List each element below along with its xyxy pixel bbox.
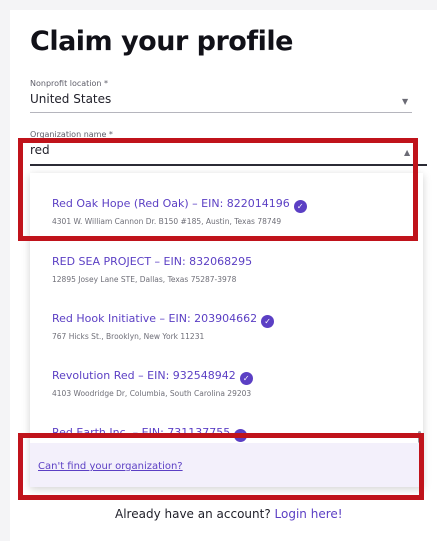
result-name: Revolution Red – EIN: 932548942 ✓ [52, 369, 253, 385]
result-name: RED SEA PROJECT – EIN: 832068295 [52, 255, 253, 268]
result-option-3[interactable]: Red Hook Initiative – EIN: 203904662 ✓ 76… [30, 312, 423, 368]
result-address: 4103 Woodridge Dr, Columbia, South Carol… [52, 389, 252, 398]
login-prompt: Already have an account? Login here! [115, 507, 343, 521]
verified-check-icon: ✓ [239, 372, 253, 385]
chevron-down-icon[interactable]: ▼ [402, 97, 408, 106]
verified-check-icon: ✓ [261, 315, 275, 328]
result-option-2[interactable]: RED SEA PROJECT – EIN: 832068295 12895 J… [30, 255, 423, 311]
highlight-box-first-result [18, 138, 418, 241]
login-link[interactable]: Login here! [275, 507, 343, 521]
login-prompt-text: Already have an account? [115, 507, 271, 521]
location-label: Nonprofit location * [30, 79, 109, 88]
page-title: Claim your profile [30, 26, 293, 57]
result-option-4[interactable]: Revolution Red – EIN: 932548942 ✓ 4103 Wo… [30, 369, 423, 425]
highlight-box-cant-find [18, 433, 424, 500]
result-name: Red Hook Initiative – EIN: 203904662 ✓ [52, 312, 275, 328]
result-address: 767 Hicks St., Brooklyn, New York 11231 [52, 332, 205, 341]
result-address: 12895 Josey Lane STE, Dallas, Texas 7528… [52, 275, 237, 284]
location-select[interactable]: United States [30, 92, 111, 106]
location-underline [30, 112, 412, 113]
